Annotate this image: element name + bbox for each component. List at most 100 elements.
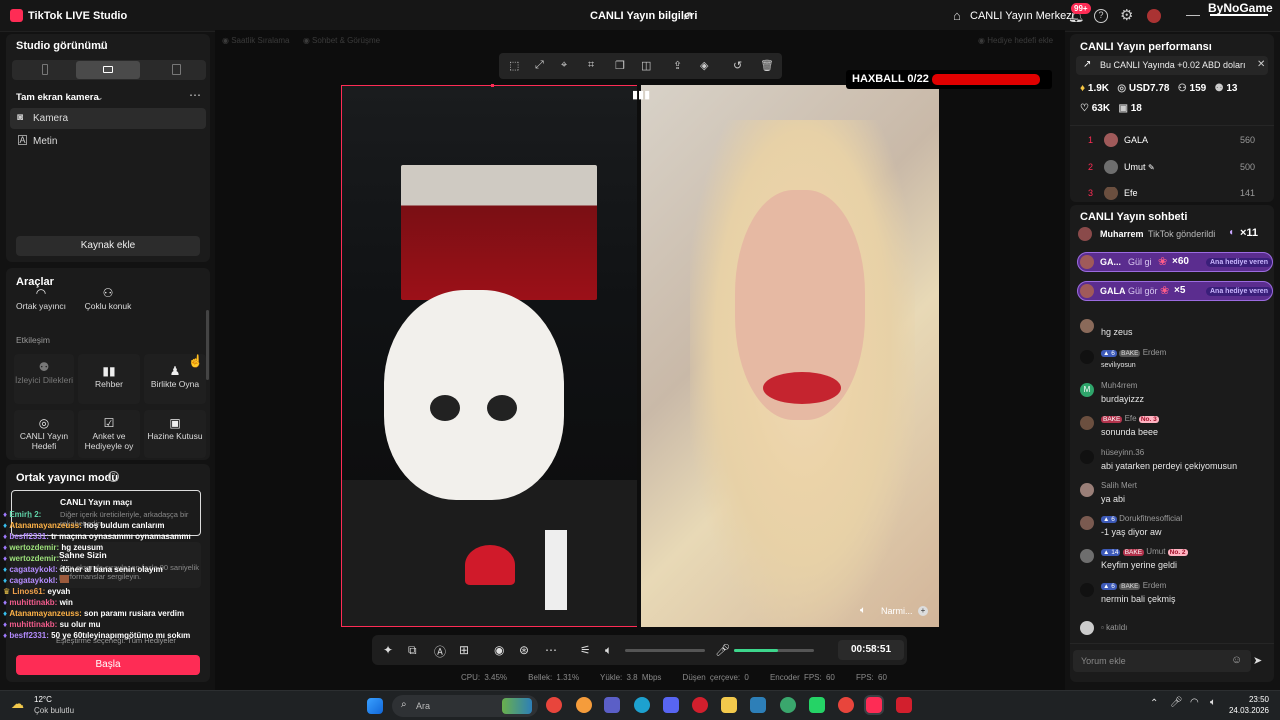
minimize-icon[interactable]: — [1186,6,1200,22]
tools-panel: Araçlar ◠ Ortak yayıncı ⚇ Çoklu konuk Etki… [6,268,210,460]
capture-icon[interactable]: ⊛ [519,643,529,657]
help-icon[interactable]: ? [108,471,119,482]
tool-viewer-requests[interactable]: ⚉ İzleyici Dilekleri [14,354,74,404]
overlay-chat-user: Emirh̲ 2: [9,510,42,519]
hourly-rank-label: Saatlik Sıralama [231,36,290,45]
trash-icon[interactable]: 🗑︎ [760,59,774,72]
tool-live-goal[interactable]: ◎ CANLI Yayın Hedefi [14,410,74,458]
select-icon[interactable]: ⬚ [509,59,519,72]
more-icon[interactable]: ⋯ [189,88,201,102]
folder-icon[interactable] [721,697,737,713]
volume-slider[interactable] [625,649,705,652]
firefox-icon[interactable] [576,697,592,713]
wifi-icon[interactable]: ◠ [1190,697,1199,708]
source-label: Metin [33,136,58,147]
layers-icon[interactable]: ◈ [700,59,708,72]
clock-date[interactable]: 24.03.2026 [1223,706,1269,715]
screen-icon[interactable]: ⊞ [459,643,469,657]
app-icon-green[interactable] [780,697,796,713]
gift-pill: GALA Gül gör ❀ ×5 Ana hediye veren [1077,281,1273,301]
clock-time[interactable]: 23:50 [1229,695,1269,704]
ranking-row[interactable]: 3 Efe 141 [1088,187,1268,201]
layer-up-icon[interactable]: ⇪ [673,59,682,72]
ranking-row[interactable]: 1 GALA 560 [1088,133,1268,150]
copy-icon[interactable]: ❐ [615,59,625,72]
tiktok-studio-taskbar-icon[interactable] [866,697,882,713]
live-center-link[interactable]: CANLI Yayın Merkezi [970,10,1074,22]
youtube-icon[interactable] [896,697,912,713]
orientation-switch [12,60,206,80]
home-icon: ⌂ [953,8,961,23]
volume-icon[interactable]: 🔈︎ [605,643,612,658]
chevron-down-icon[interactable]: ⌄ [96,92,104,103]
chevron-up-icon[interactable]: ⌃ [1150,698,1158,709]
gift-pill-count: ×60 [1172,256,1189,267]
add-guest-icon[interactable]: + [918,606,928,616]
microphone-icon[interactable]: 🎤︎ [1170,697,1183,708]
crop-icon[interactable]: ⌗ [588,59,594,72]
whatsapp-icon[interactable] [809,697,825,713]
search-highlight-icon [502,698,532,714]
teams-icon[interactable] [604,697,620,713]
settings-sliders-icon[interactable]: ⚟ [580,643,591,657]
source-item-text[interactable]: A Metin [10,131,206,152]
tool-multiguest[interactable]: ⚇ Çoklu konuk [77,287,139,316]
taskbar-search[interactable]: ⌕ Ara [392,695,538,717]
flip-icon[interactable]: ◫ [641,59,651,72]
level-value: 6 [1111,583,1115,590]
overlay-chat-line: ♦ muhittinakb: win [3,598,73,607]
speaker-icon[interactable]: 🔈︎ [860,605,866,616]
rotate-icon[interactable]: ↺ [733,59,742,72]
haxball-progress-bar [932,74,1040,85]
interaction-label: Etkileşim [16,335,51,345]
fullscreen-icon[interactable]: ⤢ [535,59,544,72]
tool-cohost[interactable]: ◠ Ortak yayıncı [12,287,70,316]
ranking-row[interactable]: 2 Umut ✎ 500 [1088,160,1268,177]
app-icon-red[interactable] [838,697,854,713]
tool-poll[interactable]: ☑ Anket ve Hediyeyle oy [78,410,140,458]
center-icon[interactable]: ⌖ [561,59,567,72]
mail-icon[interactable] [750,697,766,713]
gear-icon[interactable]: ⚙ [1120,6,1133,24]
close-icon[interactable]: ✕ [1257,59,1265,70]
tool-treasure-box[interactable]: ▣ Hazine Kutusu [144,410,206,458]
chat-message-text: burdayizzz [1101,394,1145,404]
effects-icon[interactable]: ✦ [383,643,393,657]
avatar[interactable] [1147,9,1161,23]
add-source-button[interactable]: Kaynak ekle [16,236,200,256]
emoji-icon[interactable]: ☺ [1231,654,1242,666]
portrait-icon[interactable] [42,64,48,75]
gift-pill-user: GALA [1100,286,1126,296]
edge-icon[interactable] [634,697,650,713]
tool-guide[interactable]: ▮▮ Rehber [78,354,140,404]
dual-icon[interactable] [172,64,181,75]
gift-pill: GA... Gül gi ❀ ×60 Ana hediye veren [1077,252,1273,272]
more-icon[interactable]: ⋯ [545,643,557,657]
resize-handle[interactable] [491,84,494,87]
comment-field[interactable]: Yorum ekle ☺ [1073,650,1251,672]
studio-view-title[interactable]: Studio görünümü [16,40,108,52]
chat-message-text: nermin bali çekmiş [1101,594,1176,604]
landscape-option[interactable] [76,61,140,79]
chrome-icon[interactable] [546,697,562,713]
scene-name[interactable]: Tam ekran kamera [16,92,99,103]
chat-username: hüseyinn.36 [1101,448,1145,457]
speaker-icon[interactable]: 🔈︎ [1210,697,1216,708]
microphone-icon[interactable]: 🎤︎ [715,643,730,657]
source-item-camera[interactable]: ◙ Kamera [10,108,206,129]
mic-slider[interactable] [734,649,814,652]
start-button[interactable]: Başla [16,655,200,675]
overlay-chat-msg: hoş buldum canlarım [84,521,165,530]
overlay-chat-msg: tr maçına oynasammı oynamasammı [51,532,191,541]
ai-icon[interactable]: Ⓐ [434,643,446,660]
share-icon[interactable]: ↗ [682,8,693,24]
chevron-down-icon[interactable]: ⌄ [98,41,106,52]
discord-icon[interactable] [663,697,679,713]
captions-icon[interactable]: ⧉ [408,643,417,658]
opera-icon[interactable] [692,697,708,713]
help-icon[interactable]: ? [1094,9,1108,23]
record-icon[interactable]: ◉ [494,643,504,657]
scrollbar[interactable] [206,310,209,380]
send-icon[interactable]: ➤ [1253,654,1262,667]
windows-start-icon[interactable] [367,698,383,714]
